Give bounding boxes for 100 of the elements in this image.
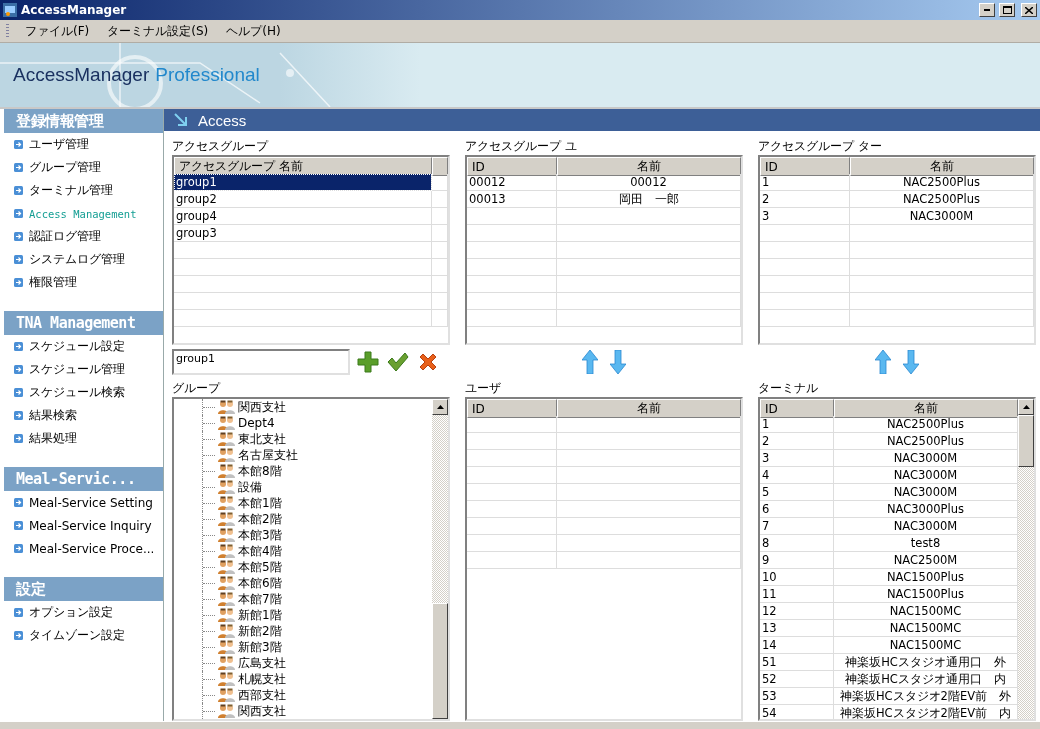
table-cell: 4 bbox=[760, 467, 834, 484]
arrow-bullet-icon bbox=[14, 365, 23, 374]
section-label: アクセスグループ ター bbox=[758, 137, 883, 155]
table-cell: 1 bbox=[760, 174, 850, 191]
up-arrow-icon[interactable] bbox=[875, 350, 891, 374]
people-icon bbox=[218, 608, 235, 622]
people-icon bbox=[218, 448, 235, 462]
table-cell: 1 bbox=[760, 416, 834, 433]
table-cell: 8 bbox=[760, 535, 834, 552]
column-header[interactable]: 名前 bbox=[557, 157, 741, 176]
sidebar-item[interactable]: オプション設定 bbox=[4, 601, 163, 624]
add-button[interactable] bbox=[356, 350, 380, 374]
diagonal-arrow-icon bbox=[174, 113, 188, 127]
arrow-bullet-icon bbox=[14, 544, 23, 553]
table-cell: 13 bbox=[760, 620, 834, 637]
table-cell: NAC3000M bbox=[834, 450, 1018, 467]
sidebar-item[interactable]: 認証ログ管理 bbox=[4, 225, 163, 248]
table-cell: NAC3000M bbox=[834, 484, 1018, 501]
arrow-bullet-icon bbox=[14, 521, 23, 530]
sidebar-item[interactable]: ユーザ管理 bbox=[4, 133, 163, 156]
scroll-up-icon[interactable] bbox=[436, 405, 444, 409]
menu-item[interactable]: ファイル(F) bbox=[23, 20, 92, 42]
table-cell: NAC2500Plus bbox=[850, 174, 1034, 191]
sidebar-item[interactable]: 権限管理 bbox=[4, 271, 163, 294]
table-cell: 2 bbox=[760, 191, 850, 208]
table-cell[interactable]: group1 bbox=[174, 174, 432, 191]
table-cell: NAC3000M bbox=[834, 518, 1018, 535]
sidebar-item[interactable]: システムログ管理 bbox=[4, 248, 163, 271]
arrow-bullet-icon bbox=[14, 255, 23, 264]
table-cell[interactable]: group3 bbox=[174, 225, 432, 242]
column-header[interactable]: ID bbox=[467, 157, 557, 176]
section-label: アクセスグループ bbox=[172, 137, 270, 155]
sidebar-item[interactable]: ターミナル管理 bbox=[4, 179, 163, 202]
sidebar-item[interactable]: タイムゾーン設定 bbox=[4, 624, 163, 647]
arrow-bullet-icon bbox=[14, 388, 23, 397]
sidebar-item[interactable]: スケジュール検索 bbox=[4, 381, 163, 404]
people-icon bbox=[218, 560, 235, 574]
sidebar-item[interactable]: グループ管理 bbox=[4, 156, 163, 179]
table-cell: 神楽坂HCスタジオ通用口 内 bbox=[834, 671, 1018, 688]
table-cell: 00013 bbox=[467, 191, 557, 208]
table-cell: 12 bbox=[760, 603, 834, 620]
scroll-thumb[interactable] bbox=[1018, 415, 1034, 467]
column-header[interactable]: ID bbox=[467, 399, 557, 418]
sidebar-item[interactable]: Meal-Service Setting bbox=[4, 491, 163, 514]
menu-item[interactable]: ターミナル設定(S) bbox=[105, 20, 211, 42]
column-header[interactable]: ID bbox=[760, 157, 850, 176]
people-icon bbox=[218, 576, 235, 590]
table-cell[interactable]: group2 bbox=[174, 191, 432, 208]
table-cell: NAC1500MC bbox=[834, 620, 1018, 637]
down-arrow-icon[interactable] bbox=[610, 350, 626, 374]
table-cell: 5 bbox=[760, 484, 834, 501]
group-name-field[interactable]: group1 bbox=[172, 349, 350, 375]
table-cell: NAC3000M bbox=[834, 467, 1018, 484]
maximize-button[interactable] bbox=[999, 3, 1015, 17]
sidebar-item[interactable]: 結果検索 bbox=[4, 404, 163, 427]
up-arrow-icon[interactable] bbox=[582, 350, 598, 374]
close-button[interactable] bbox=[1021, 3, 1037, 17]
check-button[interactable] bbox=[386, 350, 410, 374]
arrow-bullet-icon bbox=[14, 631, 23, 640]
window-title: AccessManager bbox=[21, 3, 127, 17]
app-icon bbox=[3, 3, 17, 17]
minimize-button[interactable] bbox=[979, 3, 995, 17]
scrollbar[interactable] bbox=[1018, 399, 1034, 719]
sidebar-item[interactable]: 結果処理 bbox=[4, 427, 163, 450]
sidebar-item[interactable]: Meal-Service Proce... bbox=[4, 537, 163, 560]
people-icon bbox=[218, 544, 235, 558]
column-header[interactable]: 名前 bbox=[557, 399, 741, 418]
sidebar-item[interactable]: スケジュール設定 bbox=[4, 335, 163, 358]
arrow-bullet-icon bbox=[14, 608, 23, 617]
table-cell: 7 bbox=[760, 518, 834, 535]
scroll-thumb[interactable] bbox=[432, 603, 448, 719]
table-cell: 00012 bbox=[467, 174, 557, 191]
banner-subtitle: Professional bbox=[155, 64, 260, 86]
sidebar-item[interactable]: スケジュール管理 bbox=[4, 358, 163, 381]
people-icon bbox=[218, 512, 235, 526]
column-header[interactable]: 名前 bbox=[850, 157, 1034, 176]
arrow-bullet-icon bbox=[14, 209, 23, 218]
column-header[interactable]: ID bbox=[760, 399, 834, 418]
table-cell: 神楽坂HCスタジオ通用口 外 bbox=[834, 654, 1018, 671]
scroll-up-icon[interactable] bbox=[1022, 405, 1030, 409]
table-cell: NAC1500MC bbox=[834, 603, 1018, 620]
page-title: Access bbox=[198, 111, 247, 129]
table-cell[interactable]: group4 bbox=[174, 208, 432, 225]
column-header[interactable]: 名前 bbox=[834, 399, 1018, 418]
empty-table-cell bbox=[432, 208, 448, 225]
table-cell: NAC2500Plus bbox=[834, 433, 1018, 450]
people-icon bbox=[218, 688, 235, 702]
arrow-bullet-icon bbox=[14, 411, 23, 420]
people-icon bbox=[218, 528, 235, 542]
sidebar-item[interactable]: Meal-Service Inquiry bbox=[4, 514, 163, 537]
down-arrow-icon[interactable] bbox=[903, 350, 919, 374]
table-cell: NAC2500Plus bbox=[850, 191, 1034, 208]
section-label: ユーザ bbox=[465, 379, 502, 397]
table-cell: 53 bbox=[760, 688, 834, 705]
people-icon bbox=[218, 496, 235, 510]
arrow-bullet-icon bbox=[14, 278, 23, 287]
scrollbar[interactable] bbox=[432, 399, 448, 719]
table-cell: 2 bbox=[760, 433, 834, 450]
table-cell: 51 bbox=[760, 654, 834, 671]
menu-item[interactable]: ヘルプ(H) bbox=[224, 20, 283, 42]
